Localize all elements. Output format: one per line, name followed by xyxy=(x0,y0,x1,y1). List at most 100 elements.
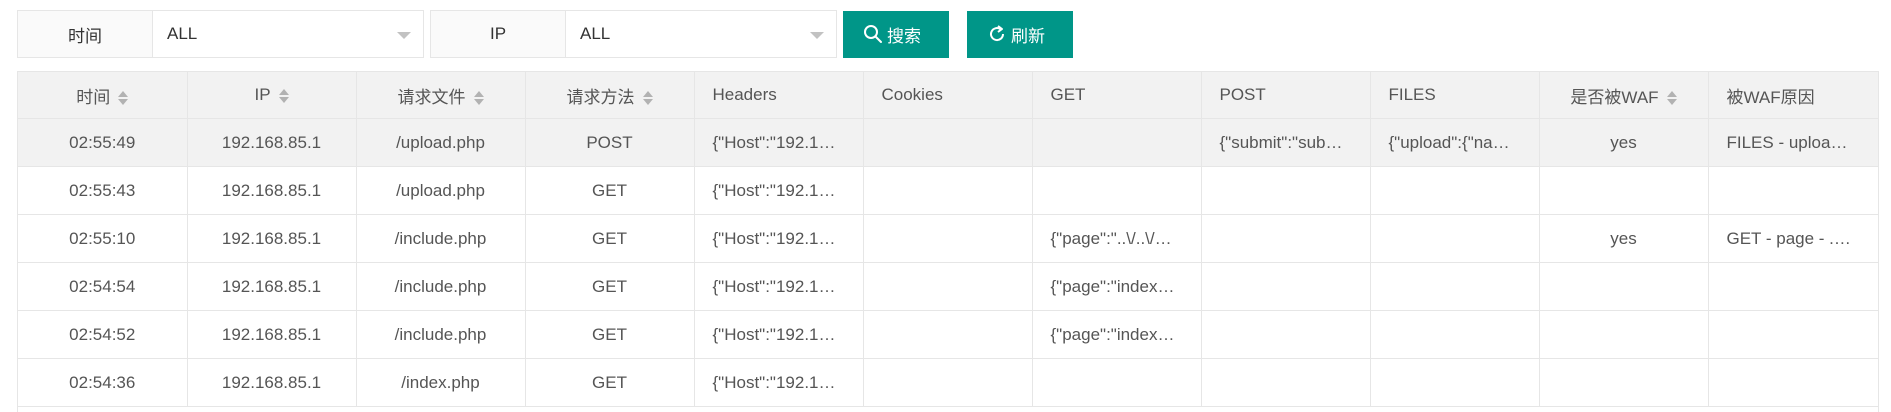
chevron-down-icon xyxy=(397,32,411,39)
column-header-headers: Headers xyxy=(694,71,864,119)
column-header-cookies: Cookies xyxy=(863,71,1033,119)
table-row[interactable]: 02:55:49 192.168.85.1/upload.php POST {"Hos… xyxy=(18,118,1878,167)
cell-ip: 192.168.85.1 xyxy=(187,214,357,263)
time-filter-label: 时间 xyxy=(18,11,153,57)
table-row[interactable]: 02:55:10 192.168.85.1/include.php GET {"Hos… xyxy=(18,214,1878,263)
cell-waf xyxy=(1539,310,1709,359)
cell-method: GET xyxy=(525,310,695,359)
chevron-down-icon xyxy=(810,32,824,39)
cell-time: 02:55:43 xyxy=(18,166,188,215)
cell-time: 02:54:52 xyxy=(18,310,188,359)
column-header-method[interactable]: 请求方法 xyxy=(525,71,695,119)
log-table: 时间 IP 请求文件 请求方法 Headers Cookies GET POST… xyxy=(18,71,1878,407)
cell-post: {"submit":"sub… xyxy=(1201,118,1371,167)
cell-file: /include.php xyxy=(356,214,526,263)
column-header-file[interactable]: 请求文件 xyxy=(356,71,526,119)
cell-files xyxy=(1370,310,1540,359)
cell-post xyxy=(1201,214,1371,263)
time-select[interactable]: ALL xyxy=(153,11,423,57)
table-row[interactable]: 02:55:43 192.168.85.1/upload.php GET {"Host… xyxy=(18,166,1878,215)
column-header-time[interactable]: 时间 xyxy=(18,71,188,119)
cell-time: 02:54:36 xyxy=(18,358,188,407)
cell-ip: 192.168.85.1 xyxy=(187,358,357,407)
cell-method: GET xyxy=(525,358,695,407)
cell-method: GET xyxy=(525,262,695,311)
column-header-label: IP xyxy=(254,85,271,104)
cell-waf-reason xyxy=(1708,262,1878,311)
cell-cookies xyxy=(863,214,1033,263)
search-button[interactable]: 搜索 xyxy=(843,10,949,58)
cell-waf-reason xyxy=(1708,358,1878,407)
filter-toolbar: 时间 ALL IP ALL 搜索 刷新 xyxy=(17,10,1073,58)
cell-cookies xyxy=(863,118,1033,167)
cell-post xyxy=(1201,166,1371,215)
cell-file: /upload.php xyxy=(356,118,526,167)
ip-filter-label: IP xyxy=(431,11,566,57)
cell-post xyxy=(1201,310,1371,359)
column-header-waf-reason: 被WAF原因 xyxy=(1708,71,1878,119)
sort-icon[interactable] xyxy=(473,91,484,106)
refresh-button-label: 刷新 xyxy=(1011,26,1045,46)
cell-get xyxy=(1032,118,1202,167)
table-row[interactable]: 02:54:52 192.168.85.1/include.php GET {"Hos… xyxy=(18,310,1878,359)
cell-time: 02:54:54 xyxy=(18,262,188,311)
cell-waf xyxy=(1539,358,1709,407)
sort-icon[interactable] xyxy=(1666,91,1677,106)
refresh-icon xyxy=(990,25,1005,42)
column-header-waf[interactable]: 是否被WAF xyxy=(1539,71,1709,119)
column-header-ip[interactable]: IP xyxy=(187,71,357,119)
table-header-row: 时间 IP 请求文件 请求方法 Headers Cookies GET POST… xyxy=(18,71,1878,119)
cell-method: GET xyxy=(525,166,695,215)
column-header-get: GET xyxy=(1032,71,1202,119)
cell-files xyxy=(1370,214,1540,263)
column-header-post: POST xyxy=(1201,71,1371,119)
cell-waf: yes xyxy=(1539,214,1709,263)
cell-file: /index.php xyxy=(356,358,526,407)
cell-cookies xyxy=(863,166,1033,215)
cell-files: {"upload":{"na… xyxy=(1370,118,1540,167)
ip-select[interactable]: ALL xyxy=(566,11,836,57)
cell-ip: 192.168.85.1 xyxy=(187,118,357,167)
cell-waf-reason xyxy=(1708,166,1878,215)
cell-post xyxy=(1201,358,1371,407)
cell-get: {"page":"..\/..\/… xyxy=(1032,214,1202,263)
ip-select-value: ALL xyxy=(580,24,611,43)
cell-post xyxy=(1201,262,1371,311)
column-header-label: 时间 xyxy=(76,87,111,107)
cell-waf: yes xyxy=(1539,118,1709,167)
cell-get xyxy=(1032,358,1202,407)
table-row[interactable]: 02:54:36 192.168.85.1/index.php GET {"Host"… xyxy=(18,358,1878,407)
time-select-value: ALL xyxy=(167,24,198,43)
cell-file: /include.php xyxy=(356,262,526,311)
cell-files xyxy=(1370,166,1540,215)
sort-icon[interactable] xyxy=(642,91,653,106)
cell-waf-reason: FILES - uploa… xyxy=(1708,118,1878,167)
sort-icon[interactable] xyxy=(278,88,289,103)
cell-headers: {"Host":"192.1… xyxy=(694,214,864,263)
column-header-files: FILES xyxy=(1370,71,1540,119)
cell-files xyxy=(1370,262,1540,311)
cell-get: {"page":"index… xyxy=(1032,310,1202,359)
cell-waf-reason xyxy=(1708,310,1878,359)
cell-waf-reason: GET - page - .… xyxy=(1708,214,1878,263)
table-row[interactable]: 02:54:54 192.168.85.1/include.php GET {"Hos… xyxy=(18,262,1878,311)
time-filter: 时间 ALL xyxy=(17,10,424,58)
cell-cookies xyxy=(863,262,1033,311)
cell-headers: {"Host":"192.1… xyxy=(694,118,864,167)
cell-headers: {"Host":"192.1… xyxy=(694,310,864,359)
cell-ip: 192.168.85.1 xyxy=(187,310,357,359)
cell-time: 02:55:10 xyxy=(18,214,188,263)
cell-get xyxy=(1032,166,1202,215)
cell-ip: 192.168.85.1 xyxy=(187,262,357,311)
sort-icon[interactable] xyxy=(118,91,129,106)
cell-headers: {"Host":"192.1… xyxy=(694,358,864,407)
cell-method: GET xyxy=(525,214,695,263)
log-table-container[interactable]: 时间 IP 请求文件 请求方法 Headers Cookies GET POST… xyxy=(17,71,1879,412)
cell-cookies xyxy=(863,358,1033,407)
cell-headers: {"Host":"192.1… xyxy=(694,262,864,311)
cell-waf xyxy=(1539,262,1709,311)
cell-file: /upload.php xyxy=(356,166,526,215)
ip-filter: IP ALL xyxy=(430,10,837,58)
refresh-button[interactable]: 刷新 xyxy=(967,10,1073,58)
cell-headers: {"Host":"192.1… xyxy=(694,166,864,215)
